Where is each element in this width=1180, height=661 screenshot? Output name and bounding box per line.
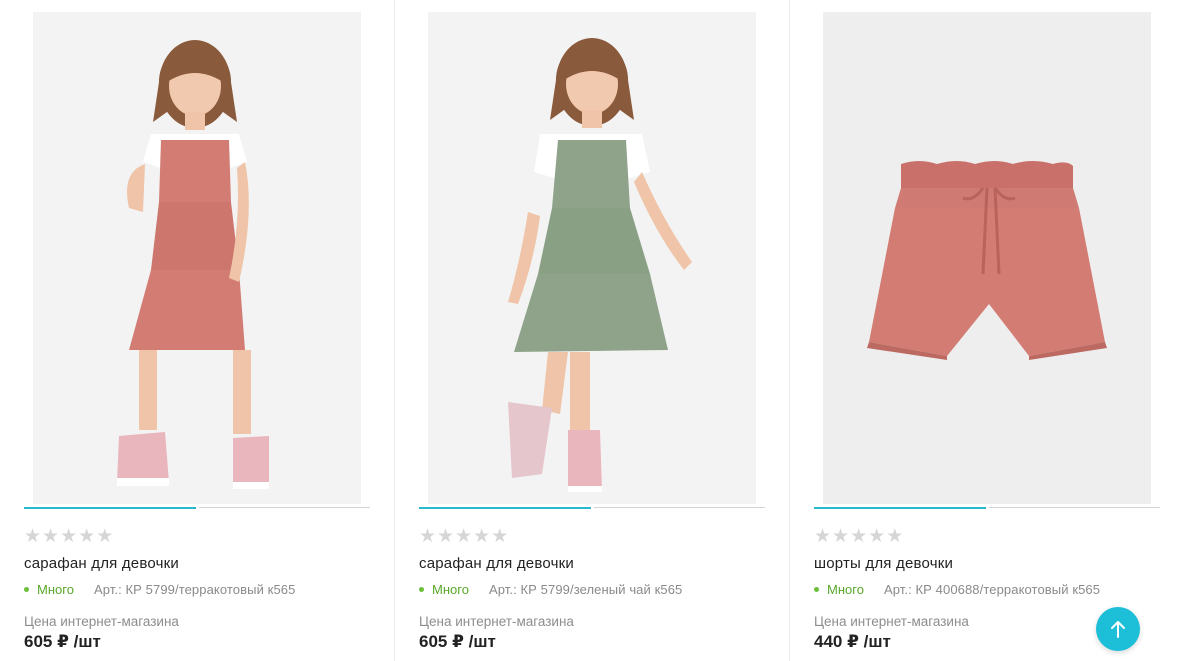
star-icon: ★ <box>419 525 437 547</box>
slider-segment[interactable] <box>198 507 370 508</box>
product-title[interactable]: сарафан для девочки <box>419 555 765 572</box>
product-card[interactable]: ★ ★ ★ ★ ★ сарафан для девочки Много Арт.… <box>395 0 790 661</box>
star-icon: ★ <box>814 525 832 547</box>
slider-segment[interactable] <box>419 507 591 509</box>
stock-status: Много <box>37 582 74 597</box>
stock-status: Много <box>432 582 469 597</box>
star-icon: ★ <box>96 525 114 547</box>
product-price: 605 ₽ /шт <box>419 632 496 651</box>
image-slider-indicator[interactable] <box>24 507 370 509</box>
star-icon: ★ <box>78 525 96 547</box>
slider-segment[interactable] <box>593 507 765 508</box>
star-icon: ★ <box>491 525 509 547</box>
product-meta: Много Арт.: КР 5799/терракотовый к565 <box>24 582 370 597</box>
product-meta: Много Арт.: КР 5799/зеленый чай к565 <box>419 582 765 597</box>
rating-stars[interactable]: ★ ★ ★ ★ ★ <box>814 525 1160 547</box>
article-number: Арт.: КР 5799/терракотовый к565 <box>93 582 296 597</box>
girl-in-terracotta-sundress-icon <box>117 40 269 489</box>
product-grid: ★ ★ ★ ★ ★ сарафан для девочки Много Арт.… <box>0 0 1180 661</box>
star-icon: ★ <box>886 525 904 547</box>
stock-indicator-dot <box>419 587 424 592</box>
star-icon: ★ <box>24 525 42 547</box>
price-label: Цена интернет-магазина <box>419 614 574 629</box>
product-title[interactable]: сарафан для девочки <box>24 555 370 572</box>
image-slider-indicator[interactable] <box>419 507 765 509</box>
slider-segment[interactable] <box>814 507 986 509</box>
slider-segment[interactable] <box>24 507 196 509</box>
girl-in-green-sundress-icon <box>508 38 692 492</box>
star-icon: ★ <box>473 525 491 547</box>
arrow-up-icon <box>1111 621 1125 638</box>
terracotta-shorts-icon <box>867 161 1107 360</box>
star-icon: ★ <box>42 525 60 547</box>
stock-status: Много <box>827 582 864 597</box>
star-icon: ★ <box>60 525 78 547</box>
star-icon: ★ <box>850 525 868 547</box>
scroll-to-top-button[interactable] <box>1096 607 1140 651</box>
product-photo[interactable] <box>33 12 361 504</box>
product-meta: Много Арт.: КР 400688/терракотовый к565 <box>814 582 1160 597</box>
star-icon: ★ <box>868 525 886 547</box>
rating-stars[interactable]: ★ ★ ★ ★ ★ <box>24 525 370 547</box>
price-label: Цена интернет-магазина <box>24 614 179 629</box>
slider-segment[interactable] <box>988 507 1160 508</box>
rating-stars[interactable]: ★ ★ ★ ★ ★ <box>419 525 765 547</box>
article-number: Арт.: КР 400688/терракотовый к565 <box>883 582 1101 597</box>
star-icon: ★ <box>437 525 455 547</box>
star-icon: ★ <box>832 525 850 547</box>
image-slider-indicator[interactable] <box>814 507 1160 509</box>
stock-indicator-dot <box>24 587 29 592</box>
product-photo[interactable] <box>428 12 756 504</box>
product-card[interactable]: ★ ★ ★ ★ ★ шорты для девочки Много Арт.: … <box>790 0 1180 661</box>
product-title[interactable]: шорты для девочки <box>814 555 1160 572</box>
product-price: 605 ₽ /шт <box>24 632 101 651</box>
star-icon: ★ <box>455 525 473 547</box>
product-card[interactable]: ★ ★ ★ ★ ★ сарафан для девочки Много Арт.… <box>0 0 395 661</box>
product-photo[interactable] <box>823 12 1151 504</box>
stock-indicator-dot <box>814 587 819 592</box>
article-number: Арт.: КР 5799/зеленый чай к565 <box>488 582 683 597</box>
